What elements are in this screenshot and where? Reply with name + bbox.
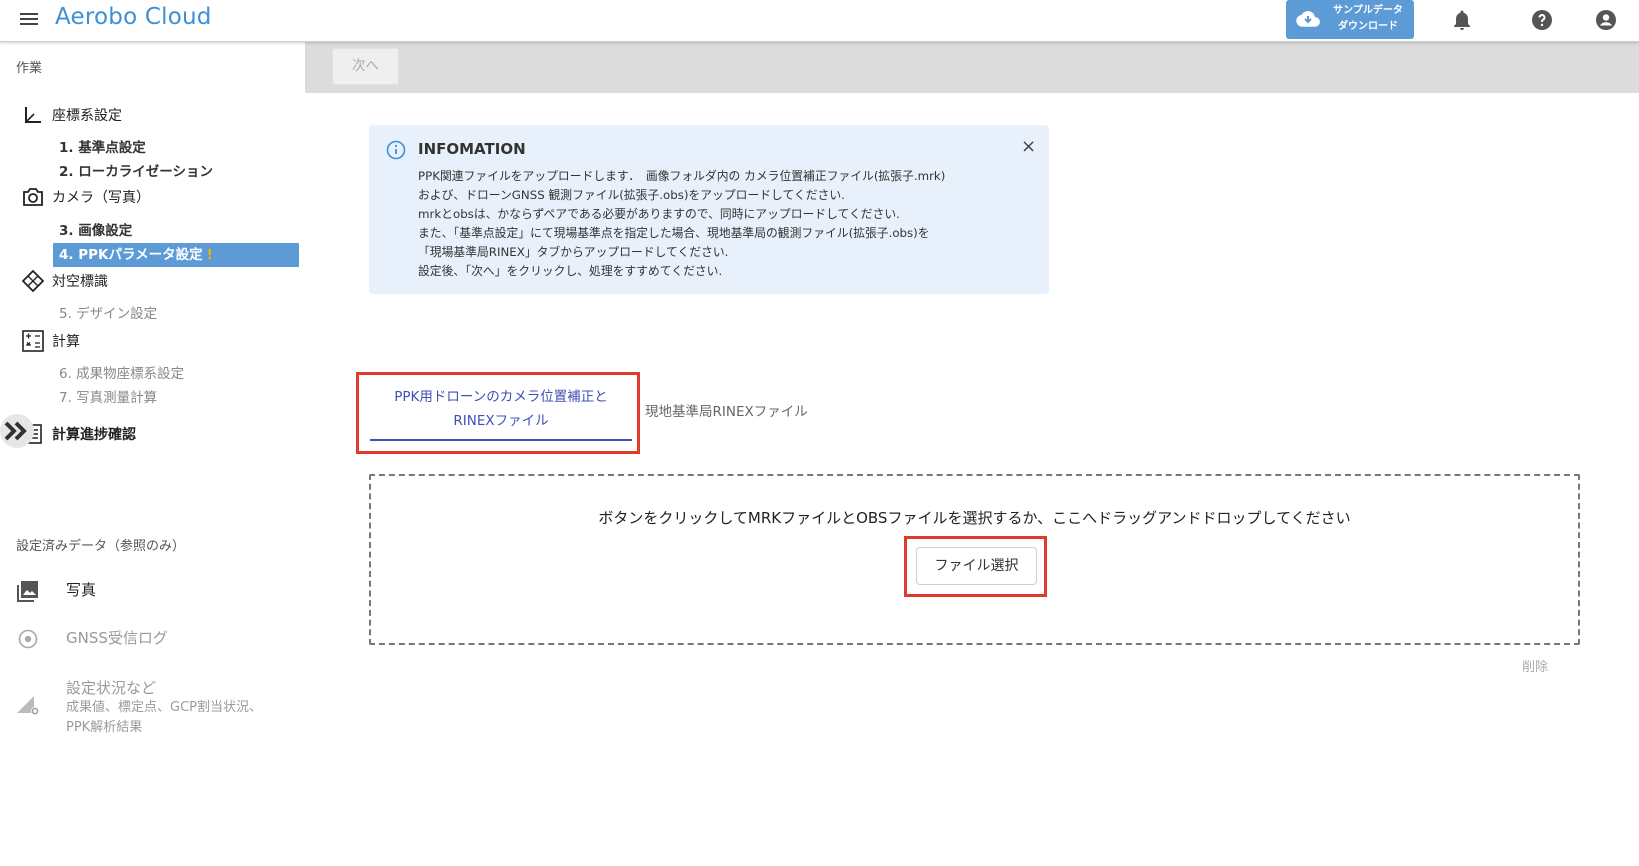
step-4-ppk-parameters-active[interactable]: 4. PPKパラメータ設定! — [53, 243, 299, 267]
sidebar-expand-button[interactable] — [0, 414, 34, 448]
calculator-icon — [22, 330, 44, 352]
help-icon[interactable] — [1530, 8, 1554, 32]
section-reference-label: 設定済みデータ（参照のみ） — [16, 539, 186, 554]
tab1-line1: PPK用ドローンのカメラ位置補正と — [394, 389, 608, 405]
camera-icon — [22, 186, 44, 208]
axes-icon — [22, 104, 44, 126]
group-label: 計算進捗確認 — [52, 427, 136, 443]
info-line: mrkとobsは、かならずペアである必要がありますので、同時にアップロードしてく… — [418, 207, 900, 221]
app-header: Aerobo Cloud サンプルデータ ダウンロード — [0, 0, 1639, 42]
info-message: PPK関連ファイルをアップロードします． 画像フォルダ内の カメラ位置補正ファイ… — [418, 167, 1028, 281]
step-6-output-coordinate[interactable]: 6. 成果物座標系設定 — [59, 362, 184, 382]
ref-settings-label: 設定状況など — [66, 679, 157, 697]
tab1-line2: RINEXファイル — [453, 413, 549, 429]
step-4-label: 4. PPKパラメータ設定 — [59, 247, 203, 263]
group-coordinate-system[interactable]: 座標系設定 — [22, 104, 122, 126]
ref-item-gnss[interactable]: GNSS受信ログ — [16, 627, 168, 651]
information-panel: INFOMATION × PPK関連ファイルをアップロードします． 画像フォルダ… — [369, 125, 1049, 294]
notification-bell-icon[interactable] — [1450, 8, 1474, 32]
info-line: また、「基準点設定」にて現場基準点を指定した場合、現地基準局の観測ファイル(拡張… — [418, 226, 930, 240]
step-1-base-point[interactable]: 1. 基準点設定 — [59, 136, 146, 156]
group-calculation[interactable]: 計算 — [22, 330, 80, 352]
ref-item-settings[interactable]: 設定状況など 成果値、標定点、GCP割当状況、 PPK解析結果 — [16, 677, 262, 738]
step-7-photogrammetry[interactable]: 7. 写真測量計算 — [59, 386, 157, 406]
section-work-label: 作業 — [16, 61, 43, 76]
cloud-download-icon — [1296, 10, 1320, 32]
photo-library-icon — [16, 579, 40, 603]
group-label: 対空標識 — [52, 274, 108, 290]
file-select-button[interactable]: ファイル選択 — [916, 547, 1037, 585]
tab-drone-camera-rinex[interactable]: PPK用ドローンのカメラ位置補正と RINEXファイル — [370, 385, 632, 440]
active-tab-indicator — [370, 439, 632, 441]
app-title: Aerobo Cloud — [55, 4, 212, 30]
warning-icon: ! — [206, 247, 213, 263]
info-line: および、ドローンGNSS 観測ファイル(拡張子.obs)をアップロードしてくださ… — [418, 188, 845, 202]
sample-data-download-button[interactable]: サンプルデータ ダウンロード — [1286, 0, 1414, 39]
ref-settings-sub1: 成果値、標定点、GCP割当状況、 — [66, 700, 262, 715]
info-line: PPK関連ファイルをアップロードします． 画像フォルダ内の カメラ位置補正ファイ… — [418, 169, 946, 183]
action-bar — [305, 41, 1639, 93]
delete-button[interactable]: 削除 — [1522, 656, 1548, 675]
info-line: 設定後、「次へ」をクリックし、処理をすすめてください. — [418, 264, 723, 278]
step-2-localization[interactable]: 2. ローカライゼーション — [59, 160, 213, 180]
group-camera[interactable]: カメラ（写真） — [22, 186, 150, 208]
step-3-image-settings[interactable]: 3. 画像設定 — [59, 219, 132, 239]
ref-gnss-label: GNSS受信ログ — [66, 629, 168, 647]
double-chevron-right-icon — [4, 421, 27, 441]
sidebar: 作業 座標系設定 1. 基準点設定 2. ローカライゼーション カメラ（写真） … — [0, 41, 305, 866]
drop-zone-instruction: ボタンをクリックしてMRKファイルとOBSファイルを選択するか、ここへドラッグア… — [598, 509, 1351, 527]
sample-download-line2: ダウンロード — [1338, 21, 1398, 32]
group-label: 座標系設定 — [52, 108, 122, 124]
group-label: 計算 — [52, 334, 80, 350]
account-icon[interactable] — [1594, 8, 1618, 32]
next-button[interactable]: 次へ — [332, 48, 399, 85]
close-icon[interactable]: × — [1021, 138, 1036, 156]
group-aerial-marker[interactable]: 対空標識 — [22, 270, 108, 292]
group-label: カメラ（写真） — [52, 190, 150, 206]
diamond-icon — [22, 270, 44, 292]
ref-photo-label: 写真 — [66, 581, 97, 599]
hamburger-menu-icon[interactable] — [20, 9, 40, 29]
info-icon — [386, 140, 406, 160]
ref-item-photo[interactable]: 写真 — [16, 579, 96, 603]
group-calculation-progress[interactable]: 計算進捗確認 — [22, 423, 136, 445]
gnss-radio-icon — [16, 627, 40, 651]
tab-local-base-station-rinex[interactable]: 現地基準局RINEXファイル — [645, 400, 808, 420]
settings-status-icon — [16, 693, 40, 717]
info-title: INFOMATION — [418, 140, 526, 158]
ref-settings-sub2: PPK解析結果 — [66, 720, 143, 735]
sample-download-line1: サンプルデータ — [1333, 5, 1403, 16]
info-line: 「現場基準局RINEX」タブからアップロードしてください. — [418, 245, 729, 259]
step-5-design-settings[interactable]: 5. デザイン設定 — [59, 302, 157, 322]
